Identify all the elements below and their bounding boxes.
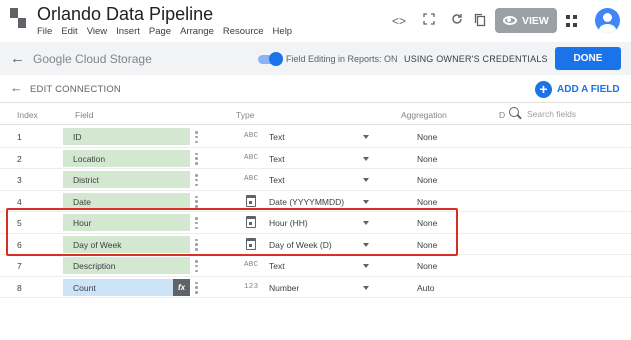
aggregation-select[interactable]: None: [417, 197, 437, 207]
dropdown-caret-icon[interactable]: [363, 285, 369, 290]
highlight-box: [6, 208, 458, 256]
fx-icon[interactable]: fx: [173, 278, 190, 296]
back-arrow-icon[interactable]: ←: [10, 50, 25, 67]
credentials-button[interactable]: USING OWNER'S CREDENTIALS: [404, 54, 548, 64]
row-index: 2: [17, 153, 22, 164]
aggregation-select[interactable]: None: [417, 154, 437, 164]
menu-page[interactable]: Page: [149, 26, 171, 37]
edit-connection-link[interactable]: EDIT CONNECTION: [30, 84, 121, 95]
menu-edit[interactable]: Edit: [61, 26, 77, 37]
field-name-chip[interactable]: Date: [63, 192, 190, 210]
view-button[interactable]: VIEW: [495, 8, 557, 33]
field-name-chip[interactable]: Count: [63, 278, 190, 296]
row-index: 7: [17, 261, 22, 271]
menu-bar: File Edit View Insert Page Arrange Resou…: [37, 26, 301, 37]
menu-resource[interactable]: Resource: [223, 26, 264, 37]
dropdown-caret-icon[interactable]: [363, 199, 369, 204]
eye-icon: [503, 16, 517, 25]
field-editing-toggle[interactable]: [258, 52, 283, 66]
more-vert-icon[interactable]: [195, 174, 198, 186]
header-d: D: [499, 110, 506, 120]
more-vert-icon[interactable]: [195, 260, 198, 272]
report-title[interactable]: Orlando Data Pipeline: [37, 4, 213, 25]
aggregation-select[interactable]: None: [417, 132, 437, 142]
field-type-select[interactable]: Text: [269, 132, 285, 142]
field-type-select[interactable]: Text: [269, 154, 285, 164]
dropdown-caret-icon[interactable]: [363, 178, 369, 182]
dropdown-caret-icon[interactable]: [363, 156, 369, 161]
row-index: 4: [17, 196, 22, 207]
aggregation-select[interactable]: None: [417, 175, 437, 185]
row-index: 1: [17, 132, 22, 142]
header-aggregation: Aggregation: [401, 110, 447, 120]
datasource-name[interactable]: Google Cloud Storage: [33, 52, 152, 66]
menu-insert[interactable]: Insert: [116, 26, 140, 37]
field-name-chip[interactable]: District: [63, 171, 190, 188]
table-row: 1 ID ABC Text None: [0, 126, 631, 148]
aggregation-select[interactable]: Auto: [417, 283, 435, 293]
field-type-select[interactable]: Date (YYYYMMDD): [269, 197, 344, 207]
data-studio-logo: [10, 8, 26, 28]
code-icon[interactable]: <>: [391, 13, 407, 29]
field-name-chip[interactable]: Description: [63, 257, 190, 274]
header-field: Field: [75, 110, 94, 120]
field-name-chip[interactable]: ID: [63, 128, 190, 145]
menu-view[interactable]: View: [87, 26, 107, 37]
menu-arrange[interactable]: Arrange: [180, 26, 214, 37]
add-field-button[interactable]: ADD A FIELD: [557, 84, 620, 95]
more-vert-icon[interactable]: [195, 131, 198, 143]
dropdown-caret-icon[interactable]: [363, 264, 369, 268]
edit-connection-bar: ← EDIT CONNECTION + ADD A FIELD: [0, 75, 631, 103]
table-row: 2 Location ABC Text None: [0, 148, 631, 169]
more-vert-icon[interactable]: [195, 152, 198, 165]
type-icon: ABC: [244, 175, 259, 183]
menu-file[interactable]: File: [37, 26, 52, 37]
apps-grid-icon[interactable]: [566, 15, 578, 27]
header-type: Type: [236, 110, 255, 120]
top-bar: Orlando Data Pipeline File Edit View Ins…: [0, 0, 631, 42]
aggregation-select[interactable]: None: [417, 261, 437, 271]
copy-icon[interactable]: [472, 13, 488, 29]
dropdown-caret-icon[interactable]: [363, 135, 369, 139]
type-icon: 123: [244, 282, 259, 291]
more-vert-icon[interactable]: [195, 195, 198, 208]
search-icon[interactable]: [509, 107, 519, 117]
field-type-select[interactable]: Number: [269, 283, 299, 293]
row-index: 3: [17, 175, 22, 185]
edit-connection-back-icon[interactable]: ←: [10, 80, 23, 95]
table-row: 8 Count fx 123 Number Auto: [0, 277, 631, 298]
type-icon: ABC: [244, 261, 259, 269]
datasource-bar: ← Google Cloud Storage Field Editing in …: [0, 42, 631, 75]
type-icon: ABC: [244, 132, 259, 140]
avatar[interactable]: [595, 8, 620, 33]
fullscreen-icon[interactable]: [421, 13, 437, 29]
more-vert-icon[interactable]: [195, 281, 198, 294]
add-icon[interactable]: +: [535, 81, 552, 98]
table-row: 7 Description ABC Text None: [0, 255, 631, 277]
refresh-icon[interactable]: [449, 13, 465, 29]
type-icon: ABC: [244, 153, 259, 162]
view-button-label: VIEW: [522, 14, 549, 27]
table-header: Index Field Type Aggregation D: [0, 104, 631, 125]
field-type-select[interactable]: Text: [269, 261, 285, 271]
field-editing-label: Field Editing in Reports: ON: [286, 54, 398, 64]
field-name-chip[interactable]: Location: [63, 149, 190, 167]
table-row: 3 District ABC Text None: [0, 169, 631, 191]
menu-help[interactable]: Help: [273, 26, 293, 37]
row-index: 8: [17, 282, 22, 293]
field-type-select[interactable]: Text: [269, 175, 285, 185]
done-button[interactable]: DONE: [555, 47, 621, 70]
header-index: Index: [17, 110, 38, 120]
search-fields-input[interactable]: [527, 107, 617, 121]
calendar-icon: [246, 194, 256, 207]
